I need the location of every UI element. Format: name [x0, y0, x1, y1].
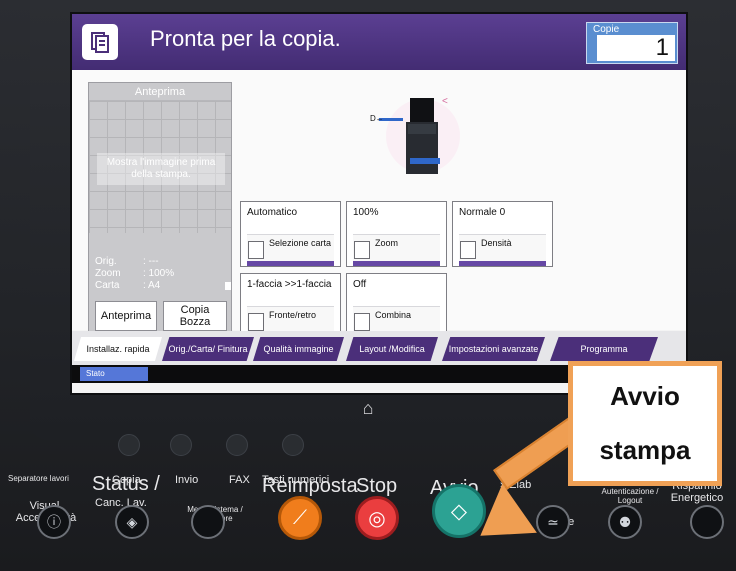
tile-value: 1-faccia >>1-faccia	[247, 279, 332, 290]
paper-selection-tile[interactable]: Automatico Selezione carta	[240, 201, 341, 267]
tab-program[interactable]: Programma	[550, 337, 658, 361]
interrupt-button[interactable]: ≃	[536, 505, 570, 539]
logout-button[interactable]: ⚉	[608, 505, 642, 539]
callout-line-1: Avvio	[610, 381, 680, 411]
tile-label-area: Selezione carta	[247, 234, 334, 266]
reset-label: Reimposta	[262, 475, 358, 497]
callout-line-2: stampa	[599, 435, 691, 465]
tab-image-quality[interactable]: Qualità immagine	[253, 337, 344, 361]
zoom-tile[interactable]: 100% Zoom	[346, 201, 447, 267]
tile-value: Off	[353, 279, 367, 290]
tab-advanced-settings[interactable]: Impostazioni avanzate	[442, 337, 545, 361]
status-label[interactable]: Stato	[80, 367, 148, 381]
separator-label: Separatore lavori	[8, 474, 69, 483]
preview-message: Mostra l'immagine prima della stampa.	[97, 153, 225, 185]
tab-layout-edit[interactable]: Layout /Modifica	[346, 337, 438, 361]
touch-screen[interactable]: Pronta per la copia. Copie 1 Anteprima M…	[70, 12, 688, 395]
tile-label-area: Densità	[459, 234, 546, 266]
energy-saver-button[interactable]	[690, 505, 724, 539]
fax-label: FAX	[229, 474, 250, 486]
preview-details: Orig. : --- Zoom : 100% Carta : A4	[95, 256, 231, 292]
soft-button[interactable]	[282, 434, 304, 456]
detail-label: Orig.	[95, 256, 117, 267]
tab-original-paper-finishing[interactable]: Orig./Carta/ Finitura	[162, 337, 254, 361]
system-menu-button[interactable]	[191, 505, 225, 539]
title-bar: Pronta per la copia. Copie 1	[72, 14, 686, 70]
tile-value: Automatico	[247, 207, 298, 218]
accessibility-button[interactable]: ⓘ	[37, 505, 71, 539]
preview-panel: Anteprima Mostra l'immagine prima della …	[88, 82, 232, 336]
printer-photo: Pronta per la copia. Copie 1 Anteprima M…	[0, 0, 736, 571]
stop-button[interactable]: ◎	[355, 496, 399, 540]
preview-button[interactable]: Anteprima	[95, 301, 157, 331]
multifunction-printer-icon: D← <	[370, 96, 460, 174]
tab-quick-setup[interactable]: Installaz. rapida	[74, 337, 162, 361]
tile-label: Zoom	[375, 238, 399, 248]
stop-label: Stop	[356, 475, 398, 497]
copies-label: Copie	[593, 24, 620, 35]
tile-label: Combina	[375, 310, 412, 320]
detail-row-paper: Carta : A4	[95, 280, 231, 292]
printer-illustration-icon: D← <	[362, 88, 460, 186]
svg-text:<: <	[442, 96, 448, 107]
soft-button[interactable]	[226, 434, 248, 456]
detail-row-original: Orig. : ---	[95, 256, 231, 268]
detail-value: : ---	[143, 256, 159, 267]
combine-icon	[354, 313, 370, 331]
density-icon	[460, 241, 476, 259]
tile-label: Selezione carta	[269, 238, 332, 248]
copy-document-icon	[91, 32, 109, 53]
density-tile[interactable]: Normale 0 Densità	[452, 201, 553, 267]
tile-label: Fronte/retro	[269, 310, 317, 320]
copies-value[interactable]: 1	[597, 35, 675, 61]
duplex-icon	[248, 313, 264, 331]
reset-button[interactable]: ⟋	[278, 496, 322, 540]
status-button[interactable]: ◈	[115, 505, 149, 539]
paper-tray-icon	[248, 241, 264, 259]
detail-row-zoom: Zoom : 100%	[95, 268, 231, 280]
tile-value: 100%	[353, 207, 379, 218]
soft-button[interactable]	[170, 434, 192, 456]
send-label: Invio	[175, 474, 199, 486]
start-print-callout: Avvio stampa	[568, 361, 722, 486]
svg-text:D←: D←	[370, 114, 384, 123]
copy-mode-icon	[82, 24, 118, 60]
function-tabs: Installaz. rapida Orig./Carta/ Finitura …	[72, 331, 686, 365]
screen-title: Pronta per la copia.	[150, 26, 341, 51]
detail-value: : 100%	[143, 268, 175, 279]
paper-icon	[225, 282, 231, 290]
soft-button[interactable]	[118, 434, 140, 456]
duplex-tile[interactable]: 1-faccia >>1-faccia Fronte/retro	[240, 273, 341, 339]
detail-value: : A4	[143, 280, 161, 291]
draft-copy-button[interactable]: Copia Bozza	[163, 301, 227, 331]
tile-label: Densità	[481, 238, 512, 248]
zoom-icon	[354, 241, 370, 259]
copies-counter[interactable]: Copie 1	[586, 22, 678, 64]
copy-main-area: Anteprima Mostra l'immagine prima della …	[72, 70, 686, 339]
home-icon[interactable]: ⌂	[358, 398, 378, 418]
detail-label: Carta	[95, 280, 120, 291]
tile-value: Normale 0	[459, 207, 506, 218]
combine-tile[interactable]: Off Combina	[346, 273, 447, 339]
tile-label-area: Zoom	[353, 234, 440, 266]
detail-label: Zoom	[95, 268, 121, 279]
preview-heading: Anteprima	[89, 83, 231, 101]
authentication-label: Autenticazione / Logout	[601, 487, 659, 505]
status-heading: Status /	[92, 473, 160, 495]
